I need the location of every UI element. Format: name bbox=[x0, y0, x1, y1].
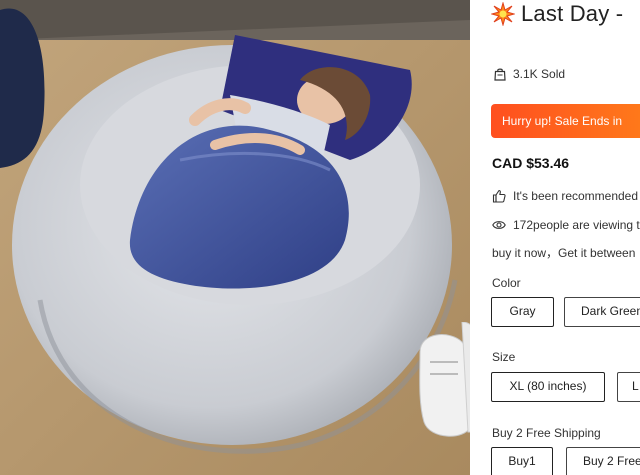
shipping-label: Buy 2 Free Shipping bbox=[492, 426, 601, 440]
size-label: Size bbox=[492, 350, 516, 364]
quantity-option-buy2[interactable]: Buy 2 Free bbox=[566, 447, 640, 475]
product-title-row: Last Day - bbox=[491, 0, 623, 28]
bean-bag-bed-image bbox=[0, 0, 470, 475]
color-label: Color bbox=[492, 276, 521, 290]
delivery-estimate: buy it now，Get it between bbox=[492, 246, 636, 260]
recommended-text: It's been recommended bbox=[513, 189, 639, 203]
color-option-dark-green[interactable]: Dark Green bbox=[564, 297, 640, 327]
product-image bbox=[0, 0, 470, 475]
viewers-text: 172people are viewing t bbox=[513, 218, 640, 232]
sold-count: 3.1K Sold bbox=[493, 67, 565, 81]
sneakers-image bbox=[419, 322, 470, 437]
sale-countdown-banner: Hurry up! Sale Ends in bbox=[491, 104, 640, 138]
viewers-note: 172people are viewing t bbox=[492, 218, 640, 232]
size-option-l[interactable]: L bbox=[617, 372, 640, 402]
burst-icon bbox=[491, 2, 515, 26]
quantity-option-buy1[interactable]: Buy1 bbox=[491, 447, 553, 475]
sold-count-text: 3.1K Sold bbox=[513, 67, 566, 81]
color-option-gray[interactable]: Gray bbox=[491, 297, 554, 327]
recommended-note: It's been recommended bbox=[492, 189, 638, 203]
thumbs-up-icon bbox=[492, 189, 506, 203]
size-option-xl[interactable]: XL (80 inches) bbox=[491, 372, 605, 402]
eye-icon bbox=[492, 221, 506, 229]
bag-icon bbox=[494, 68, 506, 81]
product-info-panel: Last Day - 3.1K Sold Hurry up! Sale Ends… bbox=[470, 0, 640, 475]
product-title: Last Day - bbox=[521, 1, 624, 26]
product-price: CAD $53.46 bbox=[492, 155, 570, 171]
